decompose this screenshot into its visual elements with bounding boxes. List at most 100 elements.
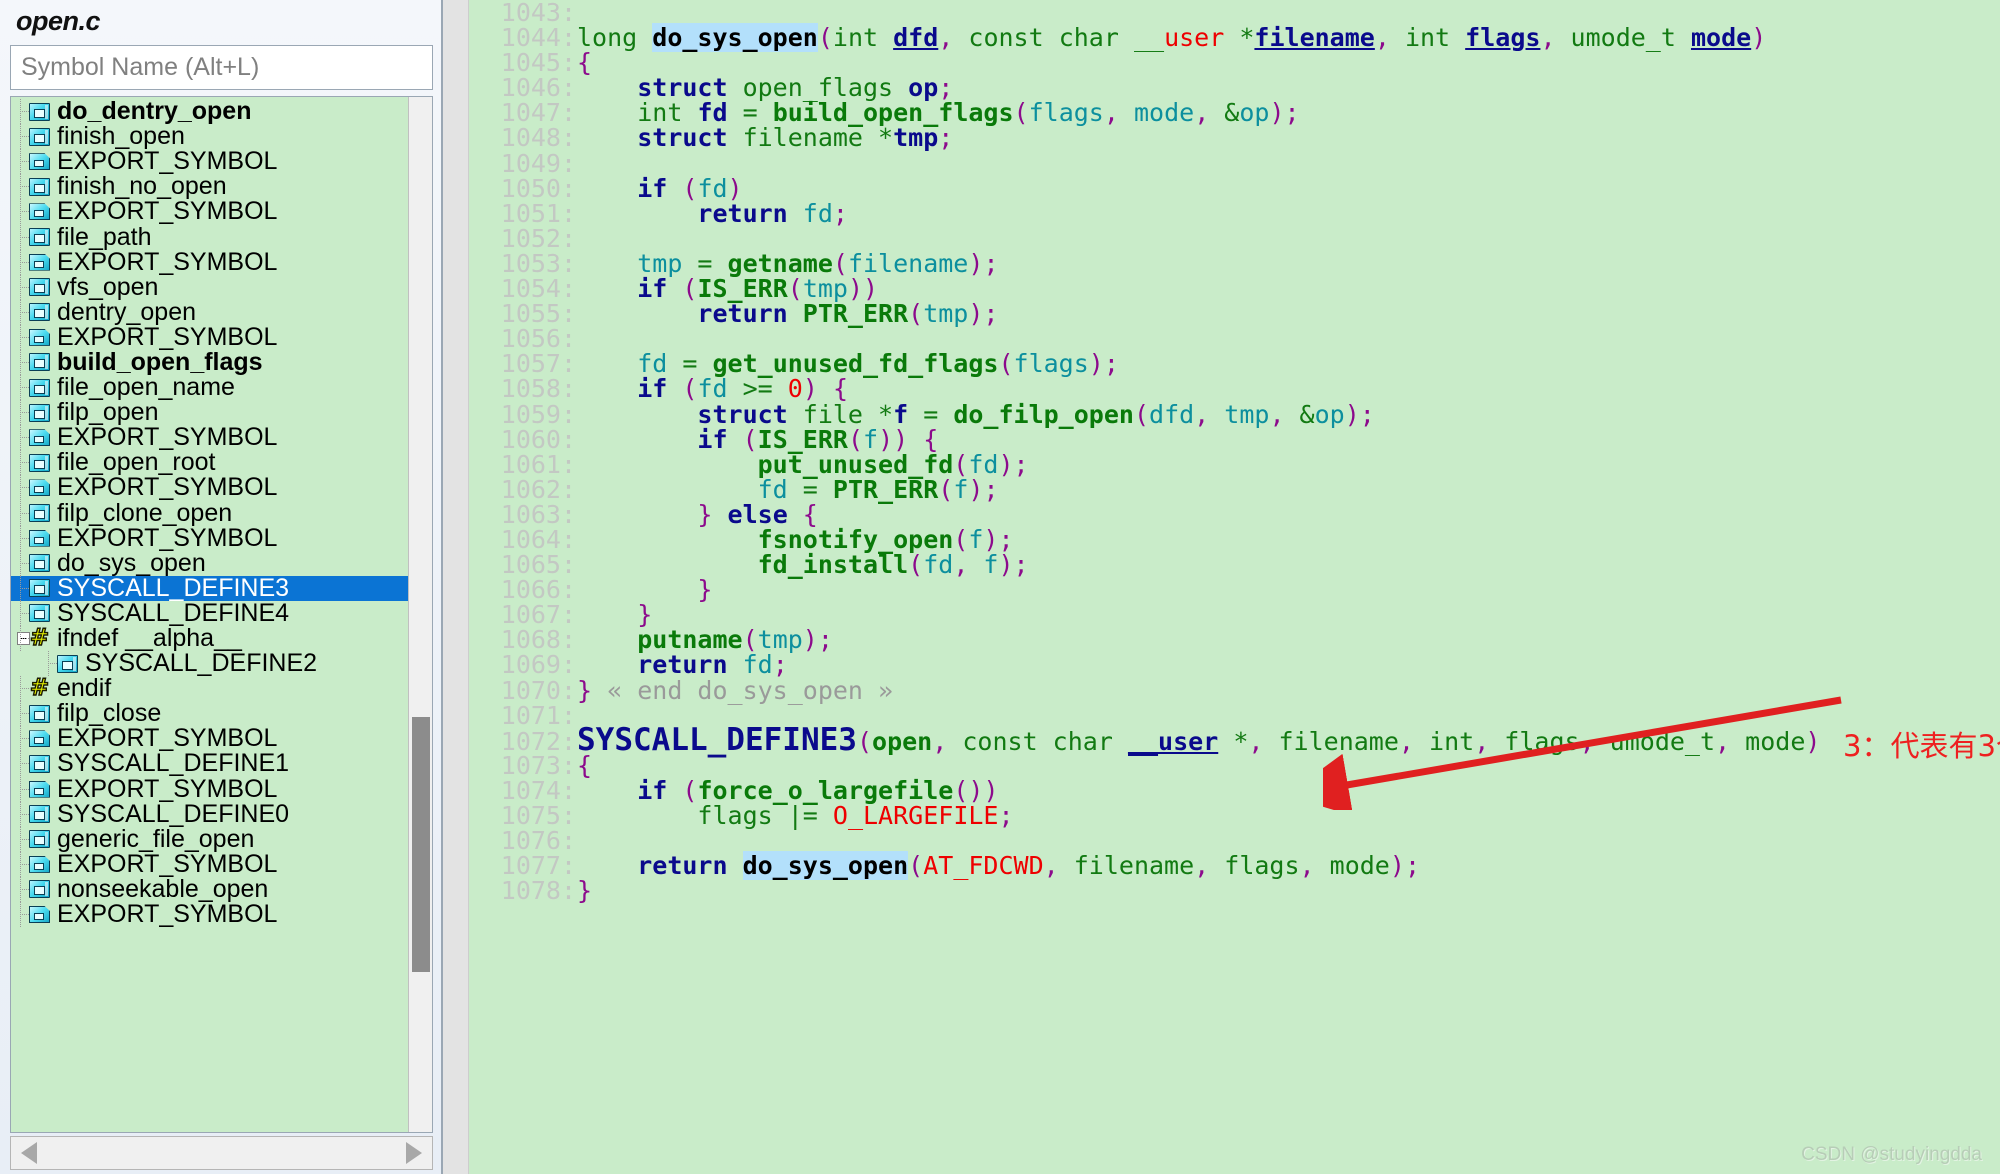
code-token: | <box>772 801 803 830</box>
code-line[interactable]: 1045:{ <box>469 50 2000 75</box>
tree-guide-line <box>11 550 29 576</box>
symbol-tree-item[interactable]: # endif <box>11 676 408 702</box>
tree-guide-line <box>11 826 29 852</box>
symbol-tree-item[interactable]: generic_file_open <box>11 824 408 853</box>
symbol-tree-item[interactable]: EXPORT_SYMBOL <box>11 525 408 551</box>
watermark: CSDN @studyingdda <box>1801 1144 1982 1165</box>
symbol-tree-item[interactable]: # ifndef __alpha__ <box>11 626 408 652</box>
symbol-tree-item[interactable]: EXPORT_SYMBOL <box>11 774 408 803</box>
function-icon <box>29 704 50 723</box>
symbol-tree-item[interactable]: vfs_open <box>11 274 408 300</box>
symbol-tree-item[interactable]: finish_open <box>11 122 408 151</box>
code-line[interactable]: 1048: struct filename *tmp; <box>469 125 2000 150</box>
code-line[interactable]: 1050: if (fd) <box>469 176 2000 201</box>
code-line[interactable]: 1060: if (IS_ERR(f)) { <box>469 426 2000 451</box>
symbol-tree-item[interactable]: EXPORT_SYMBOL <box>11 324 408 350</box>
code-token: * <box>1239 23 1255 53</box>
symbol-tree-item[interactable]: file_path <box>11 224 408 250</box>
code-token: } <box>577 876 593 906</box>
code-line[interactable]: 1054: if (IS_ERR(tmp)) <box>469 276 2000 301</box>
code-line[interactable]: 1065: fd_install(fd, f); <box>469 552 2000 577</box>
code-line[interactable]: 1063: } else { <box>469 502 2000 527</box>
code-line[interactable]: 1064: fsnotify_open(f); <box>469 527 2000 552</box>
line-number: 1055 <box>500 299 561 329</box>
code-line[interactable]: 1052: <box>469 226 2000 251</box>
symbol-tree-item[interactable]: dentry_open <box>11 299 408 325</box>
scrollbar-thumb[interactable] <box>412 717 430 972</box>
symbol-tree-item[interactable]: EXPORT_SYMBOL <box>11 726 408 752</box>
line-number: 1050 <box>500 173 561 203</box>
tree-guide-line <box>11 349 29 375</box>
code-text-area[interactable]: 1043: 1044:long do_sys_open(int dfd, cons… <box>469 0 2000 1174</box>
symbol-tree-item[interactable]: filp_open <box>11 400 408 426</box>
symbol-tree-item[interactable]: SYSCALL_DEFINE3 <box>11 575 408 601</box>
code-line[interactable]: 1057: fd = get_unused_fd_flags(flags); <box>469 351 2000 376</box>
code-line[interactable]: 1058: if (fd >= 0) { <box>469 376 2000 401</box>
code-line[interactable]: 1046: struct open_flags op; <box>469 75 2000 100</box>
symbol-tree-vertical-scrollbar[interactable] <box>408 97 432 1132</box>
code-line[interactable]: 1069: return fd; <box>469 652 2000 677</box>
code-line[interactable]: 1068: putname(tmp); <box>469 627 2000 652</box>
symbol-tree-item[interactable]: EXPORT_SYMBOL <box>11 851 408 877</box>
symbol-tree-item-label: generic_file_open <box>57 824 255 853</box>
symbol-tree-item[interactable]: SYSCALL_DEFINE1 <box>11 751 408 777</box>
code-line[interactable]: 1066: } <box>469 577 2000 602</box>
symbol-tree-item[interactable]: EXPORT_SYMBOL <box>11 149 408 175</box>
code-line[interactable]: 1044:long do_sys_open(int dfd, const cha… <box>469 23 2000 53</box>
symbol-tree-item[interactable]: file_open_name <box>11 375 408 401</box>
code-line[interactable]: 1049: <box>469 150 2000 175</box>
code-line[interactable]: 1047: int fd = build_open_flags(flags, m… <box>469 100 2000 125</box>
code-line[interactable]: 1043: <box>469 0 2000 25</box>
symbol-tree-item[interactable]: nonseekable_open <box>11 876 408 902</box>
code-line[interactable]: 1059: struct file *f = do_filp_open(dfd,… <box>469 399 2000 429</box>
code-token: * <box>1233 726 1249 756</box>
code-line[interactable]: 1051: return fd; <box>469 201 2000 226</box>
scroll-right-arrow-icon[interactable] <box>406 1142 422 1164</box>
code-token: ; <box>1404 851 1420 881</box>
symbol-tree-item[interactable]: build_open_flags <box>11 349 408 375</box>
symbol-tree-item[interactable]: SYSCALL_DEFINE4 <box>11 600 408 626</box>
code-line[interactable]: 1070:} « end do_sys_open » <box>469 677 2000 702</box>
code-line-content: return fd; <box>577 199 848 228</box>
code-line[interactable]: 1075: flags |= O_LARGEFILE; <box>469 803 2000 828</box>
symbol-tree-item-label: finish_open <box>57 122 185 151</box>
code-line[interactable]: 1061: put_unused_fd(fd); <box>469 452 2000 477</box>
code-line-content: return PTR_ERR(tmp); <box>577 299 998 328</box>
symbol-tree-item-label: EXPORT_SYMBOL <box>57 473 278 502</box>
symbol-tree[interactable]: do_dentry_open finish_open EXPORT_SYMBOL fi… <box>11 97 408 1132</box>
symbol-tree-item[interactable]: do_dentry_open <box>11 99 408 125</box>
symbol-tree-item[interactable]: EXPORT_SYMBOL <box>11 199 408 225</box>
symbol-tree-item-label: EXPORT_SYMBOL <box>57 774 278 803</box>
code-token: , <box>938 23 954 53</box>
symbol-tree-item[interactable]: EXPORT_SYMBOL <box>11 902 408 928</box>
code-token: ) <box>1751 23 1767 53</box>
code-line[interactable]: 1072:SYSCALL_DEFINE3(open, const char __… <box>469 724 2000 756</box>
scroll-left-arrow-icon[interactable] <box>21 1142 37 1164</box>
symbol-tree-item[interactable]: file_open_root <box>11 450 408 476</box>
symbol-tree-item[interactable]: EXPORT_SYMBOL <box>11 425 408 451</box>
symbol-tree-item[interactable]: SYSCALL_DEFINE0 <box>11 801 408 827</box>
line-number-separator: : <box>561 98 577 128</box>
symbol-tree-item[interactable]: filp_clone_open <box>11 500 408 526</box>
code-line[interactable]: 1076: <box>469 828 2000 853</box>
code-line[interactable]: 1074: if (force_o_largefile()) <box>469 778 2000 803</box>
symbol-search-input[interactable]: Symbol Name (Alt+L) <box>10 45 433 90</box>
code-line[interactable]: 1077: return do_sys_open(AT_FDCWD, filen… <box>469 851 2000 881</box>
code-line[interactable]: 1078:} <box>469 878 2000 903</box>
code-token: user <box>1164 23 1225 53</box>
code-line[interactable]: 1053: tmp = getname(filename); <box>469 251 2000 276</box>
symbol-tree-horizontal-scrollbar[interactable] <box>10 1136 433 1170</box>
code-token: do_filp_open <box>953 399 1134 429</box>
symbol-tree-item[interactable]: SYSCALL_DEFINE2 <box>11 651 408 677</box>
line-number-separator: : <box>561 750 577 780</box>
symbol-tree-item[interactable]: finish_no_open <box>11 174 408 200</box>
code-line[interactable]: 1055: return PTR_ERR(tmp); <box>469 301 2000 326</box>
code-line[interactable]: 1056: <box>469 326 2000 351</box>
code-line[interactable]: 1062: fd = PTR_ERR(f); <box>469 477 2000 502</box>
code-line[interactable]: 1067: } <box>469 602 2000 627</box>
symbol-tree-item[interactable]: do_sys_open <box>11 550 408 576</box>
symbol-tree-item[interactable]: EXPORT_SYMBOL <box>11 249 408 275</box>
symbol-tree-item[interactable]: filp_close <box>11 701 408 727</box>
symbol-tree-item[interactable]: EXPORT_SYMBOL <box>11 473 408 502</box>
